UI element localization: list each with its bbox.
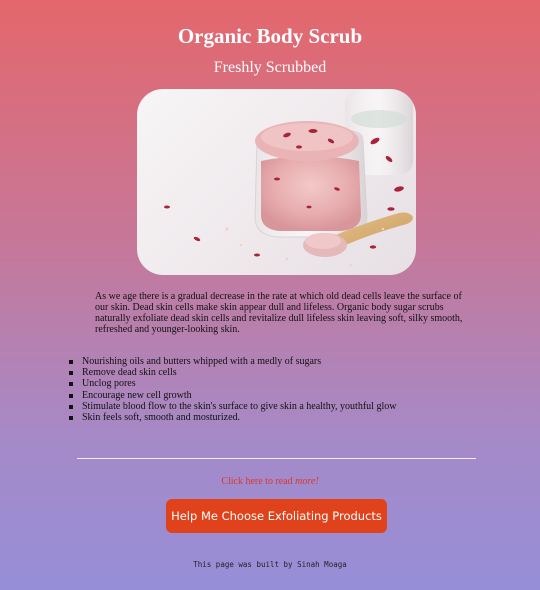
- product-description: As we age there is a gradual decrease in…: [95, 291, 463, 335]
- list-item: Encourage new cell growth: [69, 390, 502, 401]
- page-subtitle: Freshly Scrubbed: [213, 59, 327, 76]
- list-item: Unclog pores: [69, 378, 502, 389]
- list-item: Stimulate blood flow to the skin's surfa…: [69, 401, 502, 412]
- scrub-jar-image: [137, 89, 416, 275]
- footer-credit: This page was built by Sinah Moaga: [193, 560, 347, 569]
- choose-products-button[interactable]: Help Me Choose Exfoliating Products: [166, 499, 387, 533]
- read-more-line: Click here to read more!: [0, 476, 540, 487]
- page-title: Organic Body Scrub: [177, 24, 363, 48]
- list-item: Remove dead skin cells: [69, 367, 502, 378]
- list-item: Nourishing oils and butters whipped with…: [69, 356, 502, 367]
- read-more-prefix: Click here to read: [221, 476, 296, 487]
- page: Organic Body Scrub Freshly Scrubbed As w…: [0, 0, 540, 590]
- read-more-link[interactable]: Click here to read more!: [221, 476, 318, 487]
- list-item: Skin feels soft, smooth and mosturized.: [69, 412, 502, 423]
- benefits-list: Nourishing oils and butters whipped with…: [69, 356, 502, 423]
- read-more-emphasis: more!: [295, 476, 319, 487]
- divider: [77, 458, 476, 459]
